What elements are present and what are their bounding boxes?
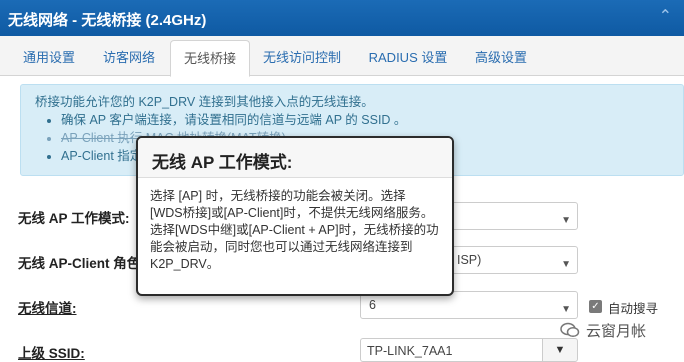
role-value: ISP) [457,253,482,267]
tab-general[interactable]: 通用设置 [8,40,90,76]
help-popover: 无线 AP 工作模式: 选择 [AP] 时，无线桥接的功能会被关闭。选择 [WD… [136,136,454,296]
watermark: 云窗月帐 [560,320,646,341]
channel-value: 6 [369,298,376,312]
page-title: 无线网络 - 无线桥接 (2.4GHz) [8,12,207,29]
info-line: 桥接功能允许您的 K2P_DRV 连接到其他接入点的无线连接。 [35,95,374,109]
tab-guest[interactable]: 访客网络 [90,40,168,76]
ssid-input[interactable]: TP-LINK_7AA1 [360,338,542,362]
auto-search-label: 自动搜寻 [608,302,659,316]
tab-radius[interactable]: RADIUS 设置 [356,40,460,76]
auto-search-checkbox[interactable]: ✓ [589,300,602,313]
channel-label: 无线信道: [18,301,77,316]
tab-access-control[interactable]: 无线访问控制 [252,40,352,76]
watermark-text: 云窗月帐 [586,323,647,340]
tab-bridge[interactable]: 无线桥接 [170,40,250,77]
mode-label: 无线 AP 工作模式: [18,211,130,226]
chevron-down-icon: ▼ [554,344,566,356]
page-header: 无线网络 - 无线桥接 (2.4GHz) ⌃ [0,0,684,36]
role-label: 无线 AP-Client 角色 [18,256,141,271]
tab-bar: 通用设置 访客网络 无线桥接 无线访问控制 RADIUS 设置 高级设置 [0,36,684,77]
popover-title: 无线 AP 工作模式: [138,138,452,178]
chevron-down-icon: ▼ [561,215,571,226]
chevron-up-icon[interactable]: ⌃ [659,6,672,26]
info-bullet: 确保 AP 客户端连接，请设置相同的信道与远端 AP 的 SSID 。 [61,111,669,129]
chevron-down-icon: ▼ [561,259,571,270]
popover-body: 选择 [AP] 时，无线桥接的功能会被关闭。选择 [WDS桥接]或[AP-Cli… [150,189,439,271]
tab-advanced[interactable]: 高级设置 [462,40,540,76]
ssid-dropdown-button[interactable]: ▼ [542,338,578,362]
wechat-icon [560,322,580,338]
ssid-label: 上级 SSID: [18,346,85,361]
